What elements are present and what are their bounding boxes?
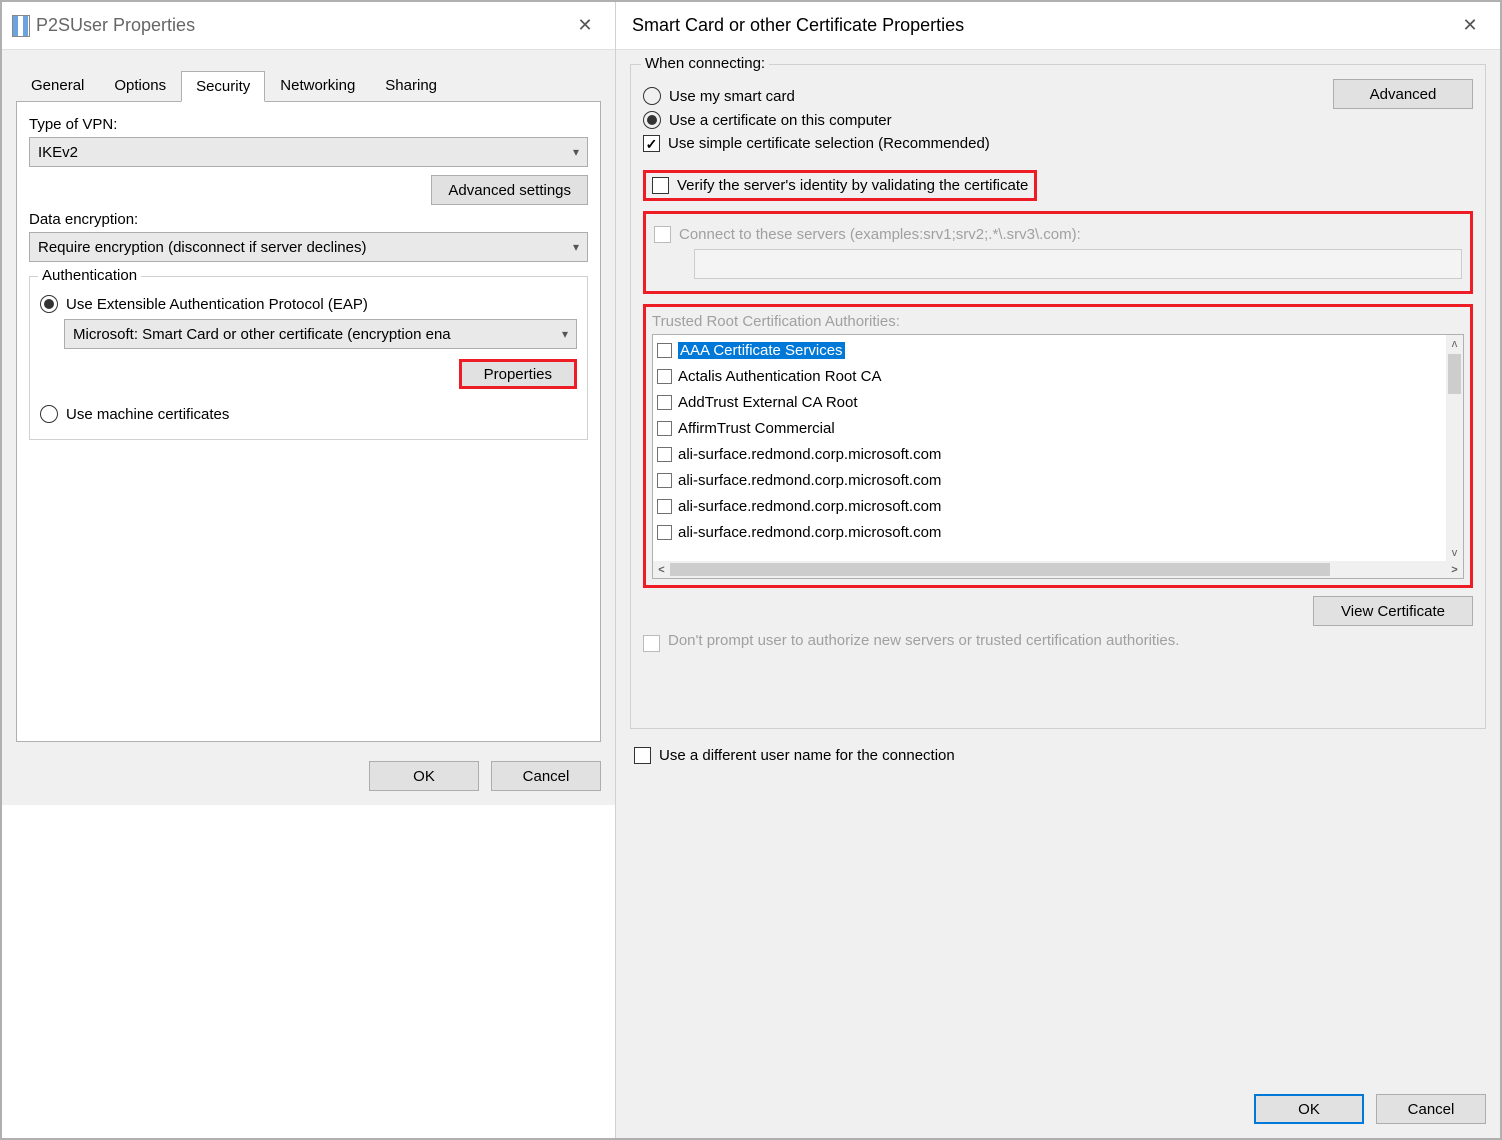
list-item[interactable]: AAA Certificate Services bbox=[655, 337, 1444, 363]
tabs: General Options Security Networking Shar… bbox=[16, 70, 601, 102]
trusted-root-checkbox[interactable] bbox=[657, 369, 672, 384]
authentication-legend: Authentication bbox=[38, 267, 141, 284]
vpn-type-dropdown[interactable]: IKEv2 ▾ bbox=[29, 137, 588, 167]
scroll-right-icon[interactable]: > bbox=[1446, 561, 1463, 578]
authentication-group: Authentication Use Extensible Authentica… bbox=[29, 276, 588, 440]
vertical-scrollbar[interactable]: ʌ v bbox=[1446, 335, 1463, 561]
simple-cert-checkbox[interactable] bbox=[643, 135, 660, 152]
use-smart-card-label: Use my smart card bbox=[669, 88, 795, 105]
tab-sharing[interactable]: Sharing bbox=[370, 70, 452, 101]
app-icon bbox=[12, 15, 30, 37]
use-cert-computer-radio[interactable] bbox=[643, 111, 661, 129]
eap-method-dropdown[interactable]: Microsoft: Smart Card or other certifica… bbox=[64, 319, 577, 349]
list-item[interactable]: ali-surface.redmond.corp.microsoft.com bbox=[655, 441, 1444, 467]
data-encryption-dropdown[interactable]: Require encryption (disconnect if server… bbox=[29, 232, 588, 262]
machine-cert-radio[interactable] bbox=[40, 405, 58, 423]
when-connecting-group: When connecting: Advanced Use my smart c… bbox=[630, 64, 1486, 729]
data-encryption-label: Data encryption: bbox=[29, 211, 588, 228]
trusted-root-name: Actalis Authentication Root CA bbox=[678, 368, 881, 385]
trusted-root-label: Trusted Root Certification Authorities: bbox=[652, 313, 1464, 330]
close-icon[interactable]: ✕ bbox=[565, 11, 605, 41]
list-item[interactable]: ali-surface.redmond.corp.microsoft.com bbox=[655, 467, 1444, 493]
trusted-root-checkbox[interactable] bbox=[657, 499, 672, 514]
titlebar-left[interactable]: P2SUser Properties ✕ bbox=[2, 2, 615, 50]
use-smart-card-radio[interactable] bbox=[643, 87, 661, 105]
verify-server-checkbox[interactable] bbox=[652, 177, 669, 194]
trusted-root-checkbox[interactable] bbox=[657, 395, 672, 410]
use-cert-computer-label: Use a certificate on this computer bbox=[669, 112, 892, 129]
trusted-root-listbox[interactable]: AAA Certificate Services Actalis Authenti… bbox=[652, 334, 1464, 579]
view-certificate-button[interactable]: View Certificate bbox=[1313, 596, 1473, 626]
vpn-type-label: Type of VPN: bbox=[29, 116, 588, 133]
ok-button[interactable]: OK bbox=[369, 761, 479, 791]
cancel-button[interactable]: Cancel bbox=[491, 761, 601, 791]
trusted-root-name: ali-surface.redmond.corp.microsoft.com bbox=[678, 498, 941, 515]
dialog-title: Smart Card or other Certificate Properti… bbox=[632, 15, 1450, 36]
trusted-root-checkbox[interactable] bbox=[657, 525, 672, 540]
machine-cert-label: Use machine certificates bbox=[66, 406, 229, 423]
advanced-settings-button[interactable]: Advanced settings bbox=[431, 175, 588, 205]
chevron-down-icon: ▾ bbox=[562, 327, 568, 341]
trusted-root-name: AddTrust External CA Root bbox=[678, 394, 858, 411]
advanced-button[interactable]: Advanced bbox=[1333, 79, 1473, 109]
scroll-left-icon[interactable]: < bbox=[653, 561, 670, 578]
trusted-root-checkbox[interactable] bbox=[657, 421, 672, 436]
chevron-down-icon: ▾ bbox=[573, 145, 579, 159]
data-encryption-value: Require encryption (disconnect if server… bbox=[38, 239, 366, 256]
tab-security[interactable]: Security bbox=[181, 71, 265, 102]
list-item[interactable]: ali-surface.redmond.corp.microsoft.com bbox=[655, 519, 1444, 545]
eap-radio-label: Use Extensible Authentication Protocol (… bbox=[66, 296, 368, 313]
scroll-thumb[interactable] bbox=[1448, 354, 1461, 394]
close-icon[interactable]: ✕ bbox=[1450, 11, 1490, 41]
connect-servers-checkbox bbox=[654, 226, 671, 243]
dont-prompt-label: Don't prompt user to authorize new serve… bbox=[668, 632, 1179, 649]
tab-general[interactable]: General bbox=[16, 70, 99, 101]
properties-button[interactable]: Properties bbox=[459, 359, 577, 389]
chevron-down-icon: ▾ bbox=[573, 240, 579, 254]
security-tab-panel: Type of VPN: IKEv2 ▾ Advanced settings D… bbox=[16, 102, 601, 742]
p2suser-properties-dialog: P2SUser Properties ✕ General Options Sec… bbox=[2, 2, 616, 1138]
horizontal-scrollbar[interactable]: < > bbox=[653, 561, 1463, 578]
list-item[interactable]: ali-surface.redmond.corp.microsoft.com bbox=[655, 493, 1444, 519]
list-item[interactable]: Actalis Authentication Root CA bbox=[655, 363, 1444, 389]
scroll-down-icon[interactable]: v bbox=[1446, 544, 1463, 561]
diff-username-checkbox[interactable] bbox=[634, 747, 651, 764]
simple-cert-label: Use simple certificate selection (Recomm… bbox=[668, 135, 990, 152]
diff-username-label: Use a different user name for the connec… bbox=[659, 747, 955, 764]
titlebar-right[interactable]: Smart Card or other Certificate Properti… bbox=[616, 2, 1500, 50]
trusted-root-name: ali-surface.redmond.corp.microsoft.com bbox=[678, 446, 941, 463]
eap-method-value: Microsoft: Smart Card or other certifica… bbox=[73, 326, 451, 343]
trusted-root-name: ali-surface.redmond.corp.microsoft.com bbox=[678, 524, 941, 541]
verify-server-label: Verify the server's identity by validati… bbox=[677, 177, 1028, 194]
list-item[interactable]: AffirmTrust Commercial bbox=[655, 415, 1444, 441]
dialog-title: P2SUser Properties bbox=[36, 15, 565, 36]
trusted-root-checkbox[interactable] bbox=[657, 447, 672, 462]
scroll-thumb[interactable] bbox=[670, 563, 1330, 576]
cert-properties-dialog: Smart Card or other Certificate Properti… bbox=[616, 2, 1500, 1138]
dont-prompt-checkbox bbox=[643, 635, 660, 652]
ok-button[interactable]: OK bbox=[1254, 1094, 1364, 1124]
when-connecting-legend: When connecting: bbox=[641, 55, 769, 72]
trusted-root-checkbox[interactable] bbox=[657, 343, 672, 358]
vpn-type-value: IKEv2 bbox=[38, 144, 78, 161]
cancel-button[interactable]: Cancel bbox=[1376, 1094, 1486, 1124]
trusted-root-name: AffirmTrust Commercial bbox=[678, 420, 835, 437]
tab-networking[interactable]: Networking bbox=[265, 70, 370, 101]
connect-servers-input bbox=[694, 249, 1462, 279]
tab-options[interactable]: Options bbox=[99, 70, 181, 101]
trusted-root-name: AAA Certificate Services bbox=[678, 342, 845, 359]
list-item[interactable]: AddTrust External CA Root bbox=[655, 389, 1444, 415]
trusted-root-checkbox[interactable] bbox=[657, 473, 672, 488]
scroll-up-icon[interactable]: ʌ bbox=[1446, 335, 1463, 352]
connect-servers-label: Connect to these servers (examples:srv1;… bbox=[679, 226, 1081, 243]
trusted-root-name: ali-surface.redmond.corp.microsoft.com bbox=[678, 472, 941, 489]
eap-radio[interactable] bbox=[40, 295, 58, 313]
